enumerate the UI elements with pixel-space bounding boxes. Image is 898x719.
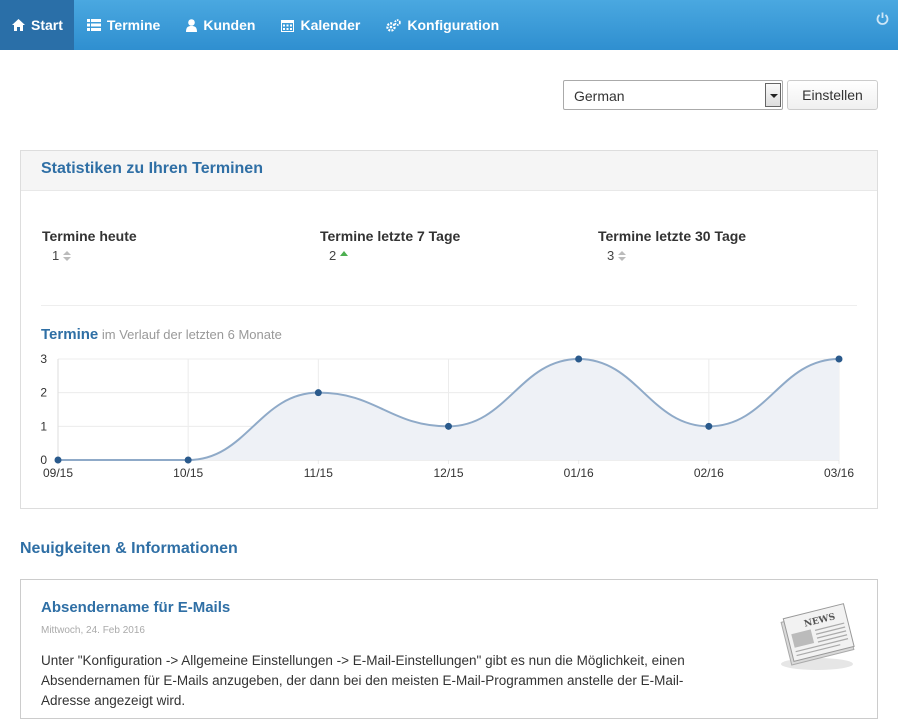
stat-30days-label: Termine letzte 30 Tage <box>598 228 747 244</box>
stats-panel-title: Statistiken zu Ihren Terminen <box>41 160 263 177</box>
news-item-body: Unter "Konfiguration -> Allgemeine Einst… <box>41 653 685 708</box>
stat-7days-label: Termine letzte 7 Tage <box>320 228 461 244</box>
chart-x-tick-label: 03/16 <box>824 466 854 480</box>
chart-title-strong: Termine <box>41 326 99 343</box>
nav-kalender-label: Kalender <box>300 17 361 33</box>
trend-neutral-icon <box>63 250 72 261</box>
nav-konfiguration-label: Konfiguration <box>407 17 500 33</box>
chart-data-point <box>445 422 452 430</box>
cogs-icon <box>386 18 402 32</box>
stat-today-number: 1 <box>52 248 60 263</box>
nav-termine-label: Termine <box>106 17 161 33</box>
chart-data-point <box>54 456 62 464</box>
stat-7days-number: 2 <box>329 248 337 263</box>
power-icon[interactable] <box>876 12 889 30</box>
language-select[interactable]: German <box>563 80 783 110</box>
stats-panel: Statistiken zu Ihren Terminen Termine he… <box>20 150 878 509</box>
chart-x-tick-label: 01/16 <box>564 466 594 480</box>
trend-up-icon <box>340 251 349 256</box>
nav-konfiguration[interactable]: Konfiguration <box>373 0 512 50</box>
chart-x-tick-label: 09/15 <box>43 466 73 480</box>
apply-language-button[interactable]: Einstellen <box>787 80 878 110</box>
stats-divider <box>41 305 857 306</box>
chart-data-point <box>835 355 843 363</box>
chart-title-rest: im Verlauf der letzten 6 Monate <box>101 327 282 342</box>
nav-start-label: Start <box>31 17 63 33</box>
news-item-title: Absendername für E-Mails <box>41 599 231 616</box>
stat-today-value: 1 <box>52 248 72 263</box>
chart-x-tick-label: 02/16 <box>694 466 724 480</box>
top-navbar: Start Termine Kunden Kalender Konfigurat… <box>0 0 898 50</box>
stat-30days-number: 3 <box>607 248 615 263</box>
news-item: Absendername für E-Mails Mittwoch, 24. F… <box>20 579 878 719</box>
chart-y-tick-label: 1 <box>40 419 47 433</box>
chart-x-tick-label: 11/15 <box>304 466 333 480</box>
news-heading: Neuigkeiten & Informationen <box>20 540 238 557</box>
nav-kunden[interactable]: Kunden <box>173 0 268 50</box>
nav-termine[interactable]: Termine <box>74 0 173 50</box>
trend-neutral-icon <box>618 250 627 261</box>
chart-y-tick-label: 2 <box>40 386 47 400</box>
appointments-chart: 0 1 2 3 09/15 10/15 11/15 12/15 01/16 02/16 03/16 <box>40 352 854 480</box>
user-icon <box>186 18 198 32</box>
nav-start[interactable]: Start <box>0 0 74 50</box>
stat-7days-value: 2 <box>329 248 349 263</box>
chart-data-point <box>705 422 713 430</box>
home-icon <box>12 19 25 31</box>
list-icon <box>86 19 101 31</box>
chart-y-tick-label: 3 <box>40 352 47 366</box>
stat-today-label: Termine heute <box>42 228 137 244</box>
newspaper-icon: NEWS <box>780 603 855 670</box>
chart-x-tick-label: 10/15 <box>173 466 203 480</box>
calendar-icon <box>281 19 295 32</box>
chart-data-point <box>575 355 583 363</box>
stat-30days-value: 3 <box>607 248 627 263</box>
chevron-down-icon[interactable] <box>765 83 781 107</box>
news-item-date: Mittwoch, 24. Feb 2016 <box>41 625 145 636</box>
chart-y-tick-label: 0 <box>40 453 47 467</box>
language-select-value: German <box>574 88 625 104</box>
chart-data-point <box>314 389 322 397</box>
chart-data-point <box>184 456 192 464</box>
chart-title: Termine im Verlauf der letzten 6 Monate <box>41 326 282 343</box>
nav-kunden-label: Kunden <box>203 17 256 33</box>
nav-kalender[interactable]: Kalender <box>268 0 373 50</box>
chart-x-tick-label: 12/15 <box>433 466 463 480</box>
